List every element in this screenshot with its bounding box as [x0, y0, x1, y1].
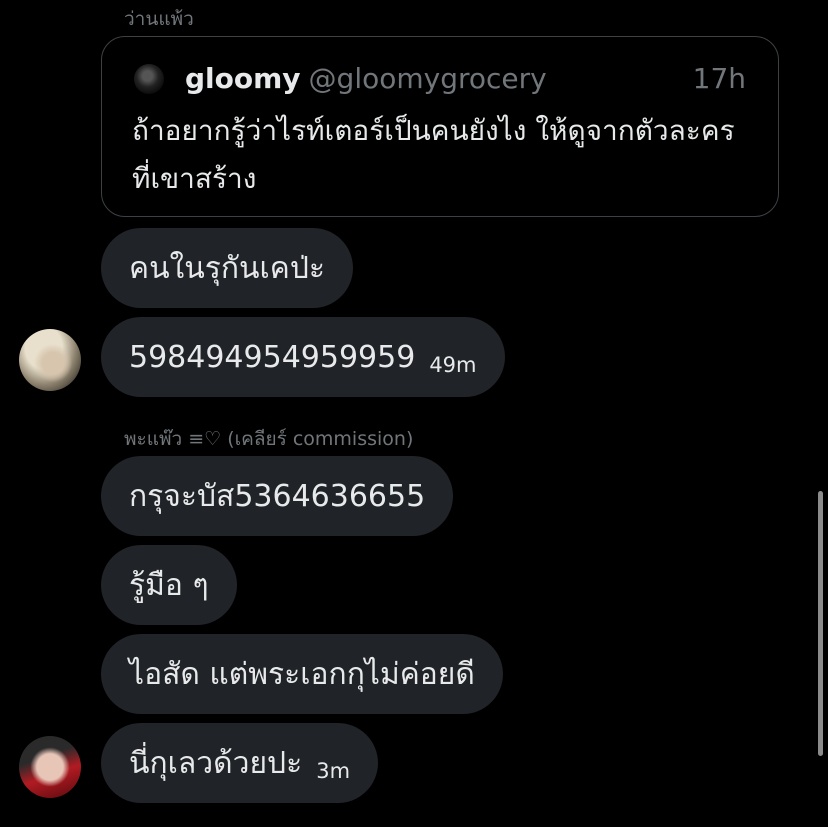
sender-avatar-1[interactable]	[19, 329, 81, 391]
message-bubble[interactable]: รู้มือ ๆ	[101, 545, 237, 625]
quoted-tweet-text: ถ้าอยากรู้ว่าไรท์เตอร์เป็นคนยังไง ให้ดูจ…	[132, 114, 735, 195]
sender-name-2: พะแพ๊ว ≡♡ (เคลียร์ commission)	[124, 428, 414, 450]
quoted-tweet-card[interactable]: gloomy @gloomygrocery 17h ถ้าอยากรู้ว่าไร…	[101, 36, 779, 217]
message-bubble[interactable]: 598494954959959 49m	[101, 317, 505, 397]
message-text: รู้มือ ๆ	[129, 567, 209, 603]
quoted-user-avatar[interactable]	[134, 64, 164, 94]
message-text: กรุจะบัส5364636655	[129, 478, 426, 514]
message-bubble[interactable]: ไอสัด แต่พระเอกกุไม่ค่อยดี	[101, 634, 503, 714]
scrollbar[interactable]	[818, 491, 823, 756]
quoted-tweet-header: gloomy @gloomygrocery 17h	[185, 61, 746, 97]
quoted-user-handle[interactable]: @gloomygrocery	[309, 62, 547, 95]
message-bubble[interactable]: นี่กุเลวด้วยปะ 3m	[101, 723, 379, 803]
message-text: คนในรุกันเคป่ะ	[129, 250, 325, 286]
message-text: ไอสัด แต่พระเอกกุไม่ค่อยดี	[129, 656, 475, 692]
quoted-tweet-time: 17h	[692, 62, 746, 95]
message-timestamp: 49m	[429, 353, 477, 377]
message-text: 598494954959959	[129, 339, 416, 375]
message-timestamp: 3m	[316, 759, 351, 783]
quoted-user-name[interactable]: gloomy	[185, 62, 301, 95]
message-text: นี่กุเลวด้วยปะ	[129, 745, 303, 781]
message-bubble[interactable]: คนในรุกันเคป่ะ	[101, 228, 353, 308]
message-bubble[interactable]: กรุจะบัส5364636655	[101, 456, 454, 536]
sender-name-1: ว่านแพ้ว	[124, 8, 194, 30]
sender-avatar-2[interactable]	[19, 736, 81, 798]
